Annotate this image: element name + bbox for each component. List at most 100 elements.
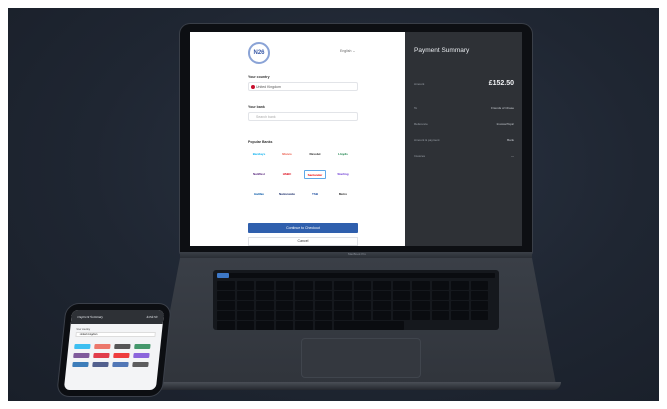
key [295, 311, 313, 320]
summary-row-label: Amount & payment [414, 138, 440, 142]
key [314, 311, 332, 320]
language-selector[interactable]: English ⌄ [340, 49, 355, 53]
phone-bank-option[interactable] [72, 362, 89, 367]
phone-bank-option[interactable] [92, 362, 109, 367]
bank-option[interactable]: Barclays [248, 150, 270, 159]
key [373, 291, 391, 300]
key-row [217, 321, 404, 330]
key [353, 301, 371, 310]
key [334, 281, 352, 290]
key [217, 321, 235, 330]
bank-option[interactable]: Metro [332, 190, 354, 199]
phone-amount: £152.50 [146, 315, 158, 319]
bank-option[interactable]: NatWest [248, 170, 270, 179]
key [353, 281, 371, 290]
summary-row-value: Friends of Chase [491, 106, 514, 110]
key [236, 321, 254, 330]
summary-row-label: Reference [414, 122, 428, 126]
key [275, 281, 293, 290]
key [256, 291, 274, 300]
key [412, 291, 430, 300]
key [314, 321, 332, 330]
bank-logo: N26 [248, 42, 270, 64]
key [236, 291, 254, 300]
key [295, 321, 313, 330]
payment-summary-panel: Payment Summary Amount £152.50 To Friends… [405, 32, 522, 246]
key [334, 311, 352, 320]
keyboard [213, 270, 499, 330]
key [431, 311, 449, 320]
laptop-base-edge [151, 382, 561, 390]
key [256, 321, 274, 330]
key [334, 301, 352, 310]
key [236, 281, 254, 290]
key [431, 281, 449, 290]
phone-bank-option[interactable] [94, 344, 111, 349]
phone-bank-option[interactable] [74, 344, 91, 349]
country-select[interactable]: United Kingdom [248, 82, 358, 91]
key [470, 291, 488, 300]
bank-option[interactable]: Monzo [276, 150, 298, 159]
key [373, 311, 391, 320]
phone-bank-option[interactable] [113, 353, 130, 358]
phone-bank-option[interactable] [73, 353, 90, 358]
key [295, 281, 313, 290]
bank-option[interactable]: Revolut [304, 150, 326, 159]
key-row [217, 291, 488, 300]
key [314, 281, 332, 290]
key [295, 301, 313, 310]
summary-row-value: Bank [507, 138, 514, 142]
phone-country-label: Your country [75, 328, 91, 331]
key [275, 311, 293, 320]
key [470, 281, 488, 290]
key [353, 311, 371, 320]
key [470, 311, 488, 320]
phone-header: Payment Summary £152.50 [70, 310, 165, 324]
summary-row-label: Invoices [414, 154, 426, 158]
phone-bank-option[interactable] [112, 362, 129, 367]
summary-row: Amount & payment Bank [414, 138, 514, 142]
bank-option[interactable]: TSB [304, 190, 326, 199]
summary-title: Payment Summary [414, 47, 470, 54]
amount-label-text: Amount [414, 82, 425, 86]
bank-option[interactable]: HSBC [276, 170, 298, 179]
bank-option[interactable]: Nationwide [276, 190, 298, 199]
laptop-lid: N26 English ⌄ Your country United Kingdo… [180, 24, 532, 254]
uk-flag-icon [251, 85, 255, 89]
trackpad [301, 338, 421, 378]
key [392, 311, 410, 320]
product-photo-background: N26 English ⌄ Your country United Kingdo… [8, 8, 659, 401]
key [217, 301, 235, 310]
phone-country-value: United Kingdom [79, 333, 98, 336]
phone-bank-option[interactable] [93, 353, 110, 358]
continue-button[interactable]: Continue to Checkout [248, 223, 358, 233]
key [256, 311, 274, 320]
phone-bank-option[interactable] [133, 353, 150, 358]
country-label: Your country [248, 75, 270, 79]
laptop-screen: N26 English ⌄ Your country United Kingdo… [190, 32, 522, 246]
phone-bank-option[interactable] [132, 362, 149, 367]
key [295, 291, 313, 300]
touch-bar [217, 273, 495, 278]
bank-option[interactable]: Starling [332, 170, 354, 179]
phone-bank-option[interactable] [114, 344, 131, 349]
phone-country-select[interactable]: United Kingdom [75, 332, 156, 337]
key-row [217, 281, 488, 290]
key [334, 291, 352, 300]
bank-option[interactable]: Santander [304, 170, 326, 179]
amount-value: £152.50 [488, 80, 514, 87]
key [412, 311, 430, 320]
cancel-button[interactable]: Cancel [248, 237, 358, 246]
key [334, 321, 404, 330]
summary-row: Reference Invoice/Topic [414, 122, 514, 126]
key [392, 301, 410, 310]
key [451, 311, 469, 320]
key [392, 281, 410, 290]
bank-search-input[interactable]: Search bank [248, 112, 358, 121]
bank-option[interactable]: Lloyds [332, 150, 354, 159]
bank-option[interactable]: Halifax [248, 190, 270, 199]
key [373, 281, 391, 290]
laptop-hinge: MacBook Pro [180, 252, 532, 258]
phone-bank-option[interactable] [134, 344, 151, 349]
key [314, 301, 332, 310]
